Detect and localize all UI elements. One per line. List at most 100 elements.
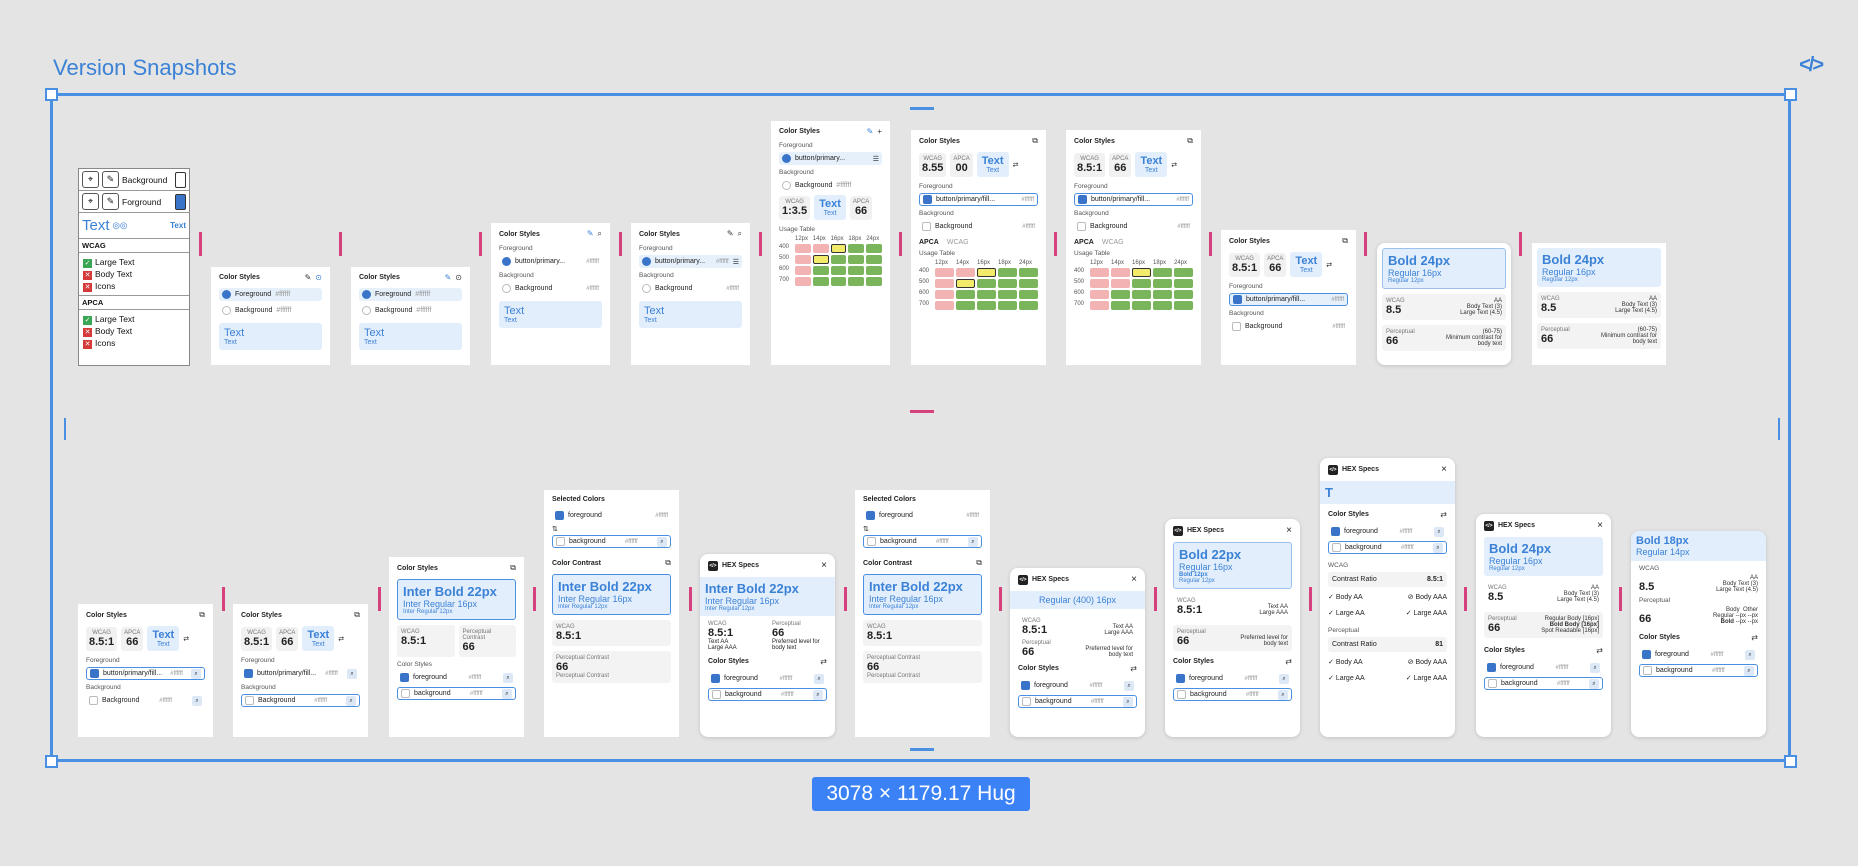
foreground-row[interactable]: foreground #ffffff ⌕ (1328, 525, 1447, 538)
foreground-row[interactable]: Foreground #ffffff (219, 288, 322, 301)
snapshot-v20[interactable]: </> HEX Specs × T Color Styles ⇄ foreground… (1320, 458, 1455, 737)
swap-icon[interactable]: ⇄ (338, 635, 344, 643)
snapshot-v12[interactable]: Color Styles ⧉ WCAG 8.5:1 APCA 66 Text Text ⇄ F… (78, 604, 213, 737)
background-row[interactable]: background #ffffff ⌕ (1018, 695, 1137, 708)
swap-icon[interactable]: ⇄ (183, 635, 189, 643)
foreground-row[interactable]: button/primary/fill... #ffffff (1229, 293, 1348, 306)
foreground-row[interactable]: foreground #ffffff ⌕ (1639, 648, 1758, 661)
background-row[interactable]: background #ffffff ⌕ (708, 688, 827, 701)
background-row[interactable]: Background #ffffff (359, 304, 462, 317)
snapshot-v1[interactable]: ⌖ ✎ Background ⌖ ✎ Forground Text ◎◎ Text WCAG… (78, 168, 190, 366)
copy-icon[interactable]: ⧉ (665, 558, 671, 568)
snapshot-v15[interactable]: Selected Colors foreground #ffffff ⇅ back… (544, 490, 679, 737)
tab-apca[interactable]: APCA (1074, 239, 1094, 246)
foreground-swatch[interactable] (175, 193, 186, 210)
eyedropper-icon[interactable]: ✎ (102, 193, 119, 210)
copy-icon[interactable]: ⧉ (1032, 136, 1038, 146)
snapshot-v16[interactable]: </> HEX Specs × Inter Bold 22px Inter Regul… (700, 554, 835, 737)
swap-icon[interactable]: ⇄ (1596, 646, 1603, 655)
tab-apca[interactable]: APCA (919, 239, 939, 246)
foreground-row[interactable]: button/primary/fill... #ffffff (1074, 193, 1193, 206)
close-icon[interactable]: × (1597, 520, 1603, 531)
swap-icon[interactable]: ⇄ (1326, 261, 1332, 269)
close-icon[interactable]: × (821, 560, 827, 571)
snapshot-v7[interactable]: Color Styles ⧉ WCAG 8.55 APCA 00 Text Text ⇄ Fo… (911, 130, 1046, 365)
background-swatch[interactable] (175, 171, 186, 188)
background-row[interactable]: background #ffffff ⌕ (1639, 664, 1758, 677)
search-icon[interactable]: ⌕ (191, 668, 201, 679)
copy-icon[interactable]: ⧉ (1187, 136, 1193, 146)
foreground-row[interactable]: foreground #ffffff ⌕ (1173, 672, 1292, 685)
background-row[interactable]: Background #ffffff (1074, 220, 1193, 233)
background-row[interactable]: Background #ffffff (779, 179, 882, 192)
target-icon[interactable]: ⊙ (315, 273, 322, 282)
background-row[interactable]: Background #ffffff ⌕ (86, 694, 205, 707)
copy-icon[interactable]: ⧉ (976, 558, 982, 568)
swap-icon[interactable]: ⇄ (1013, 161, 1019, 169)
eyedropper-icon[interactable]: ✎ (867, 127, 874, 136)
search-icon[interactable]: ⌕ (738, 229, 742, 239)
target-icon[interactable]: ⌖ (82, 193, 99, 210)
snapshot-v22[interactable]: Bold 18px Regular 14px WCAG 8.5 AA Body Tex… (1631, 531, 1766, 737)
search-icon[interactable]: ⌕ (346, 695, 356, 706)
foreground-row[interactable]: foreground #ffffff ⌕ (708, 672, 827, 685)
close-icon[interactable]: × (1441, 464, 1447, 475)
foreground-row[interactable]: button/primary/fill... #ffffff ⌕ (86, 667, 205, 680)
background-row[interactable]: Background #ffffff (219, 304, 322, 317)
snapshot-v8[interactable]: Color Styles ⧉ WCAG 8.5:1 APCA 66 Text Text ⇄ F… (1066, 130, 1201, 365)
tab-wcag[interactable]: WCAG (947, 239, 969, 246)
foreground-row[interactable]: foreground #ffffff ⌕ (1484, 661, 1603, 674)
swap-icon[interactable]: ⇅ (863, 525, 982, 533)
snapshot-v21[interactable]: </> HEX Specs × Bold 24px Regular 16px Regul… (1476, 514, 1611, 737)
target-icon[interactable]: ⌖ (82, 171, 99, 188)
snapshot-v5[interactable]: Color Styles ✎ ⌕ Foreground button/primary… (631, 223, 750, 365)
snapshot-v9[interactable]: Color Styles ⧉ WCAG 8.5:1 APCA 66 Text Text ⇄ F… (1221, 230, 1356, 365)
tab-wcag[interactable]: WCAG (1102, 239, 1124, 246)
background-row[interactable]: background #ffffff ⌕ (1484, 677, 1603, 690)
plus-icon[interactable]: + (877, 127, 882, 136)
foreground-row[interactable]: button/primary... ☰ (779, 152, 882, 165)
close-icon[interactable]: × (1286, 525, 1292, 536)
background-row[interactable]: Background #ffffff (919, 220, 1038, 233)
resize-handle[interactable] (45, 755, 58, 768)
search-icon[interactable]: ⌕ (192, 695, 202, 706)
foreground-row[interactable]: button/primary/fill... #ffffff (919, 193, 1038, 206)
eye-icon[interactable]: ◎◎ (113, 220, 128, 231)
copy-icon[interactable]: ⧉ (354, 610, 360, 620)
copy-icon[interactable]: ⧉ (199, 610, 205, 620)
close-icon[interactable]: × (1131, 574, 1137, 585)
eyedropper-icon[interactable]: ✎ (445, 273, 452, 282)
swap-icon[interactable]: ⇄ (1751, 633, 1758, 642)
foreground-row[interactable]: foreground #ffffff ⌕ (1018, 679, 1137, 692)
foreground-row[interactable]: foreground #ffffff (863, 509, 982, 522)
swap-icon[interactable]: ⇅ (552, 525, 671, 533)
resize-handle[interactable] (1784, 88, 1797, 101)
background-row[interactable]: background #ffffff ⌕ (397, 687, 516, 700)
resize-handle[interactable] (1784, 755, 1797, 768)
resize-handle[interactable] (45, 88, 58, 101)
search-icon[interactable]: ⌕ (347, 668, 357, 679)
foreground-row[interactable]: button/primary... #ffffff (499, 255, 602, 268)
foreground-row[interactable]: button/primary/fill... #ffffff ⌕ (241, 667, 360, 680)
snapshot-v2[interactable]: Color Styles ✎ ⊙ Foreground #ffffff Backgro… (211, 267, 330, 365)
sliders-icon[interactable]: ☰ (873, 155, 879, 163)
swap-icon[interactable]: ⇄ (1285, 657, 1292, 666)
background-row[interactable]: Background #ffffff (639, 282, 742, 295)
foreground-row[interactable]: foreground #ffffff (552, 509, 671, 522)
foreground-row[interactable]: foreground #ffffff ⌕ (397, 671, 516, 684)
background-row[interactable]: Background #ffffff ⌕ (241, 694, 360, 707)
background-row[interactable]: Background #ffffff (1229, 320, 1348, 333)
swap-icon[interactable]: ⇄ (1440, 510, 1447, 519)
background-row[interactable]: background #ffffff ⌕ (552, 535, 671, 548)
foreground-row[interactable]: Foreground #ffffff (359, 288, 462, 301)
snapshot-v4[interactable]: Color Styles ✎ ⌕ Foreground button/primary… (491, 223, 610, 365)
background-row[interactable]: background #ffffff ⌕ (1173, 688, 1292, 701)
copy-icon[interactable]: ⧉ (1342, 236, 1348, 246)
search-icon[interactable]: ⌕ (598, 229, 602, 239)
snapshot-v18[interactable]: </> HEX Specs × Regular (400) 16px WCAG 8.5… (1010, 568, 1145, 737)
background-row[interactable]: background #ffffff ⌕ (863, 535, 982, 548)
swap-icon[interactable]: ⇄ (1130, 664, 1137, 673)
eyedropper-icon[interactable]: ✎ (727, 229, 734, 239)
snapshot-v3[interactable]: Color Styles ✎ ⊙ Foreground #ffffff Backgro… (351, 267, 470, 365)
copy-icon[interactable]: ⧉ (510, 563, 516, 573)
